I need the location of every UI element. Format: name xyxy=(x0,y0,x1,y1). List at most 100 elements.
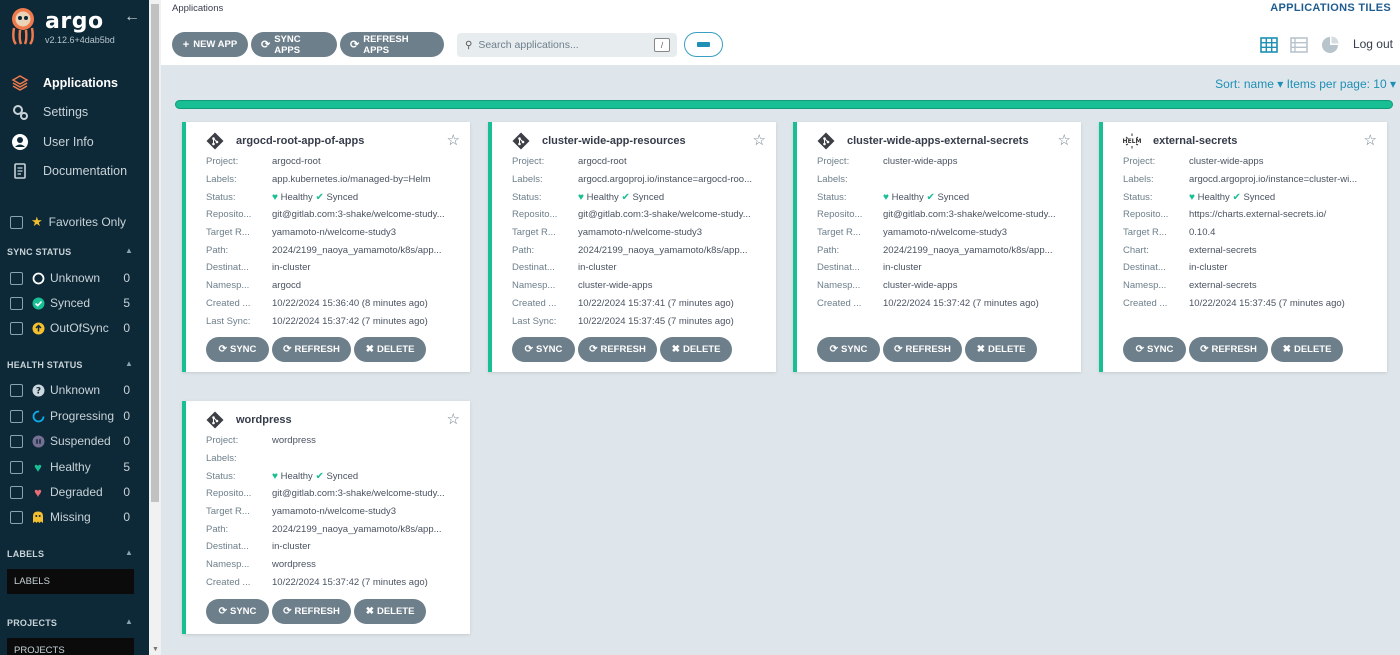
filter-health-suspended[interactable]: Suspended 0 xyxy=(10,434,140,448)
app-name[interactable]: argocd-root-app-of-apps xyxy=(236,135,364,147)
check-circle-icon: ✔ xyxy=(621,191,630,203)
filter-label: Suspended xyxy=(50,434,111,448)
projects-collapse-icon[interactable]: ▲ xyxy=(125,617,133,626)
collapse-sidebar-icon[interactable]: ← xyxy=(124,8,140,26)
detail-row: Created ... 10/22/2024 15:37:42 (7 minute… xyxy=(206,574,468,592)
checkbox[interactable] xyxy=(10,296,23,310)
filter-sync-unknown[interactable]: Unknown 0 xyxy=(10,271,140,285)
delete-button[interactable]: ✖ DELETE xyxy=(1271,337,1343,362)
checkbox[interactable] xyxy=(10,321,23,335)
checkbox[interactable] xyxy=(10,383,23,397)
tile-actions: ⟳ SYNC ⟳ REFRESH ✖ DELETE xyxy=(206,599,429,624)
logout-link[interactable]: Log out xyxy=(1353,37,1393,51)
checkbox[interactable] xyxy=(10,434,23,448)
labels-collapse-icon[interactable]: ▲ xyxy=(125,548,133,557)
detail-key: Created ... xyxy=(512,297,557,309)
scrollbar-thumb[interactable] xyxy=(151,4,159,502)
breadcrumb[interactable]: Applications xyxy=(172,3,223,14)
detail-key: Path: xyxy=(817,244,840,256)
app-name[interactable]: external-secrets xyxy=(1153,135,1237,147)
sidebar-scrollbar[interactable]: ▼ xyxy=(149,0,161,655)
sync-button[interactable]: ⟳ SYNC xyxy=(206,337,269,362)
detail-key: Status: xyxy=(206,470,236,482)
detail-key: Labels: xyxy=(206,174,237,186)
application-tile[interactable]: HELM external-secrets ☆ Project: cluster-wid… xyxy=(1099,122,1387,372)
delete-button[interactable]: ✖ DELETE xyxy=(660,337,732,362)
refresh-button[interactable]: ⟳ REFRESH xyxy=(1189,337,1268,362)
application-tile[interactable]: argocd-root-app-of-apps ☆ Project: argocd-r… xyxy=(182,122,470,372)
sort-dropdown[interactable]: Sort: name ▾ xyxy=(1215,77,1283,91)
detail-row: Created ... 10/22/2024 15:37:45 (7 minute… xyxy=(1123,295,1385,313)
nav-item-user-info[interactable]: User Info xyxy=(0,127,149,157)
refresh-icon: ⟳ xyxy=(283,344,292,355)
refresh-button[interactable]: ⟳ REFRESH xyxy=(272,599,351,624)
projects-filter-input[interactable]: PROJECTS xyxy=(7,638,134,655)
app-name[interactable]: cluster-wide-apps-external-secrets xyxy=(847,135,1029,147)
filter-sync-synced[interactable]: Synced 5 xyxy=(10,296,140,310)
tile-actions: ⟳ SYNC ⟳ REFRESH ✖ DELETE xyxy=(1123,337,1346,362)
delete-button[interactable]: ✖ DELETE xyxy=(354,337,426,362)
filter-sync-outofsync[interactable]: OutOfSync 0 xyxy=(10,321,140,335)
detail-key: Namesp... xyxy=(206,280,250,292)
refresh-apps-button[interactable]: ⟳ REFRESH APPS xyxy=(340,32,444,57)
nav-item-documentation[interactable]: Documentation xyxy=(0,157,149,187)
application-tile[interactable]: cluster-wide-app-resources ☆ Project: argoc… xyxy=(488,122,776,372)
favorite-star-icon[interactable]: ☆ xyxy=(447,410,460,428)
filter-count: 0 xyxy=(123,510,130,524)
refresh-button[interactable]: ⟳ REFRESH xyxy=(578,337,657,362)
filter-health-degraded[interactable]: ♥ Degraded 0 xyxy=(10,485,140,500)
sync-apps-button[interactable]: ⟳ SYNC APPS xyxy=(251,32,337,57)
checkbox[interactable] xyxy=(10,460,23,474)
labels-filter-input[interactable]: LABELS xyxy=(7,569,134,594)
favorites-only-filter[interactable]: ★ Favorites Only xyxy=(10,214,126,230)
nav-item-applications[interactable]: Applications xyxy=(0,68,149,98)
detail-row: Reposito... git@gitlab.com:3-shake/welcom… xyxy=(206,206,468,224)
delete-button[interactable]: ✖ DELETE xyxy=(354,599,426,624)
button-label: DELETE xyxy=(682,344,721,355)
app-name[interactable]: wordpress xyxy=(236,414,292,426)
favorite-star-icon[interactable]: ☆ xyxy=(753,131,766,149)
favorite-star-icon[interactable]: ☆ xyxy=(1058,131,1071,149)
favorite-star-icon[interactable]: ☆ xyxy=(447,131,460,149)
health-status-collapse-icon[interactable]: ▲ xyxy=(125,359,133,368)
items-per-page-dropdown[interactable]: Items per page: 10 ▾ xyxy=(1287,77,1396,91)
argo-logo-icon[interactable] xyxy=(8,6,38,46)
pie-chart-view-icon[interactable] xyxy=(1321,36,1339,54)
favorite-star-icon[interactable]: ☆ xyxy=(1364,131,1377,149)
sync-status: Synced xyxy=(1243,191,1276,203)
checkbox[interactable] xyxy=(10,409,23,423)
gears-icon xyxy=(11,103,29,121)
scroll-down-arrow-icon[interactable]: ▼ xyxy=(152,646,159,653)
nav-item-settings[interactable]: Settings xyxy=(0,98,149,128)
refresh-button[interactable]: ⟳ REFRESH xyxy=(272,337,351,362)
filter-health-missing[interactable]: Missing 0 xyxy=(10,510,140,524)
filter-health-progressing[interactable]: Progressing 0 xyxy=(10,409,140,423)
detail-row: Destinat... in-cluster xyxy=(206,259,468,277)
sync-button[interactable]: ⟳ SYNC xyxy=(512,337,575,362)
projects-title: PROJECTS xyxy=(7,618,58,628)
sync-button[interactable]: ⟳ SYNC xyxy=(1123,337,1186,362)
button-label: REFRESH xyxy=(905,344,951,355)
refresh-icon: ⟳ xyxy=(894,344,903,355)
app-name[interactable]: cluster-wide-app-resources xyxy=(542,135,686,147)
filter-health-unknown[interactable]: ? Unknown 0 xyxy=(10,383,140,397)
checkbox[interactable] xyxy=(10,271,23,285)
favorites-checkbox[interactable] xyxy=(10,215,23,229)
refresh-button[interactable]: ⟳ REFRESH xyxy=(883,337,962,362)
search-input[interactable]: ⚲ Search applications... / xyxy=(457,33,677,57)
sync-button[interactable]: ⟳ SYNC xyxy=(206,599,269,624)
filters-toggle-button[interactable] xyxy=(684,32,723,57)
detail-key: Destinat... xyxy=(206,541,249,553)
filter-health-healthy[interactable]: ♥ Healthy 5 xyxy=(10,460,140,475)
application-tile[interactable]: wordpress ☆ Project: wordpress Labels: Status… xyxy=(182,401,470,634)
checkbox[interactable] xyxy=(10,510,23,524)
list-view-icon[interactable] xyxy=(1290,36,1308,54)
sync-button[interactable]: ⟳ SYNC xyxy=(817,337,880,362)
arrow-up-circle-icon xyxy=(31,321,45,335)
new-app-button[interactable]: + NEW APP xyxy=(172,32,248,57)
application-tile[interactable]: cluster-wide-apps-external-secrets ☆ Proje… xyxy=(793,122,1081,372)
tiles-view-icon[interactable] xyxy=(1260,36,1278,54)
sync-status-collapse-icon[interactable]: ▲ xyxy=(125,246,133,255)
checkbox[interactable] xyxy=(10,485,23,499)
delete-button[interactable]: ✖ DELETE xyxy=(965,337,1037,362)
